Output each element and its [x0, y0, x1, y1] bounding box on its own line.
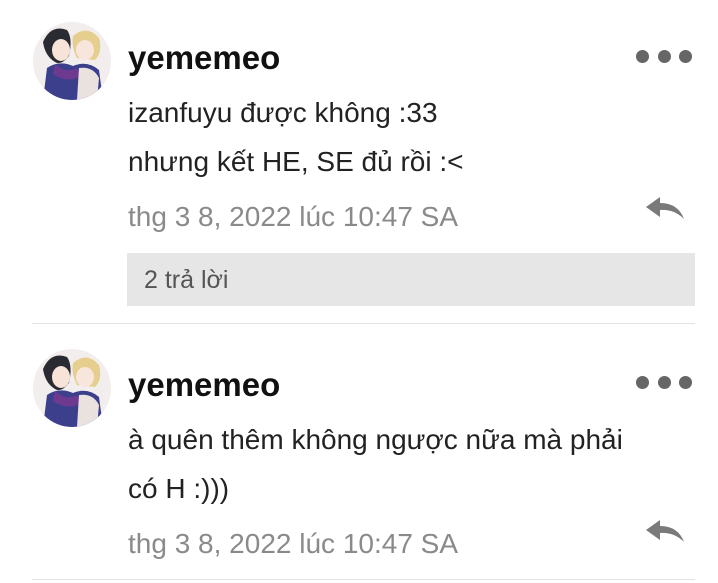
- dot: [679, 49, 692, 63]
- divider: [32, 579, 695, 580]
- replies-count-label: 2 trả lời: [144, 266, 229, 294]
- comment-text-line: à quên thêm không ngược nữa mà phải: [128, 424, 623, 455]
- comment-item: yememeo à quên thêm không ngược nữa mà p…: [0, 325, 718, 583]
- comment-timestamp: thg 3 8, 2022 lúc 10:47 SA: [128, 528, 459, 559]
- avatar[interactable]: [33, 22, 111, 100]
- reply-arrow-icon[interactable]: [644, 195, 686, 223]
- comment-text-line: có H :))): [128, 473, 230, 504]
- view-replies-button[interactable]: 2 trả lời: [127, 253, 695, 306]
- avatar[interactable]: [33, 349, 111, 427]
- dot: [657, 375, 671, 389]
- avatar-image: [33, 22, 111, 100]
- more-dots-icon[interactable]: [636, 370, 692, 394]
- comment-text-line: izanfuyu được không :33: [128, 97, 438, 128]
- avatar-image: [33, 349, 111, 427]
- comment-username[interactable]: yememeo: [128, 365, 280, 405]
- divider: [32, 323, 695, 324]
- dot: [636, 375, 649, 389]
- dot: [657, 49, 671, 63]
- dot: [636, 49, 649, 63]
- dot: [679, 375, 692, 389]
- more-dots-icon[interactable]: [636, 44, 692, 68]
- comment-item: yememeo izanfuyu được không :33 nhưng kế…: [0, 0, 718, 325]
- reply-arrow-icon[interactable]: [644, 518, 686, 546]
- comment-text-line: nhưng kết HE, SE đủ rồi :<: [128, 146, 464, 177]
- comment-timestamp: thg 3 8, 2022 lúc 10:47 SA: [128, 201, 459, 232]
- comment-username[interactable]: yememeo: [128, 38, 280, 78]
